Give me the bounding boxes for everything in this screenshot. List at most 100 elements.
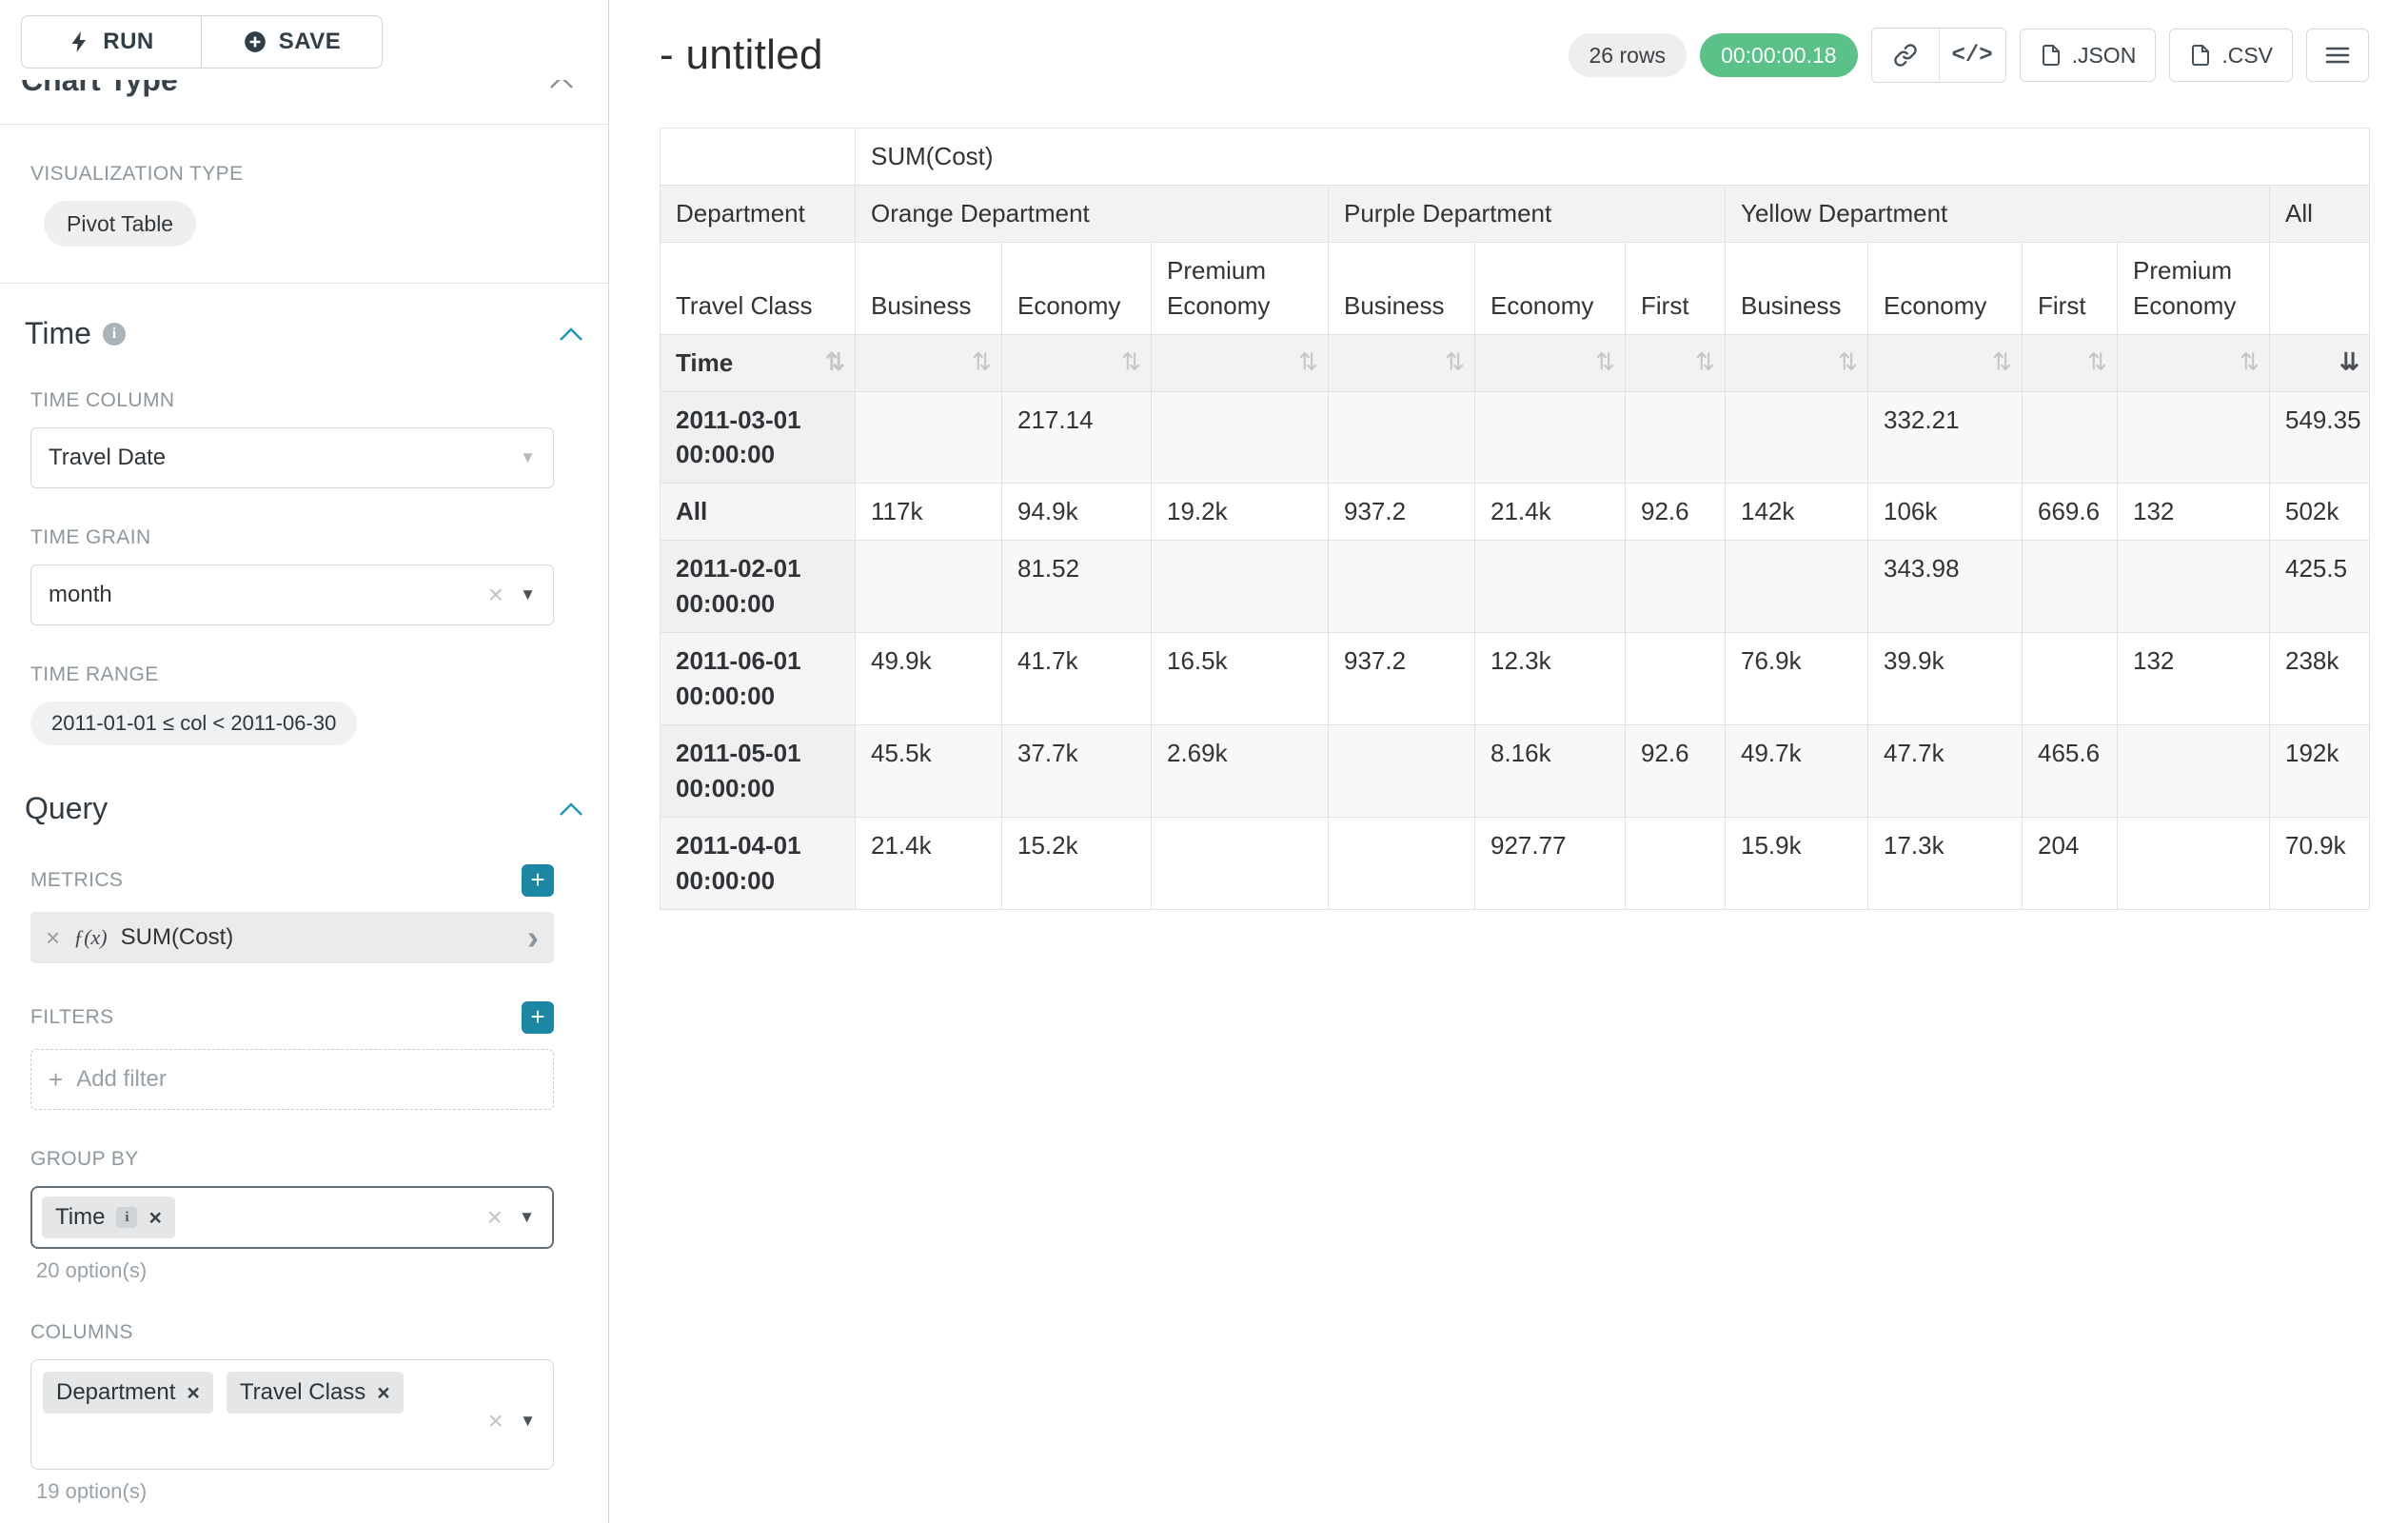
pivot-cell [1626,817,1726,909]
pivot-cell: 465.6 [2023,724,2118,817]
columns-select[interactable]: Department×Travel Class× × ▼ [30,1359,554,1470]
chevron-down-icon[interactable]: ▼ [520,1412,536,1431]
add-filter-box[interactable]: + Add filter [30,1049,554,1110]
pivot-cell: 217.14 [1002,391,1152,484]
remove-chip-icon[interactable]: × [377,1382,389,1404]
sort-icon[interactable]: ⇅ [1445,346,1465,380]
pivot-cell [2023,633,2118,725]
selected-chip[interactable]: Travel Class× [227,1372,404,1414]
table-row: 2011-03-01 00:00:00217.14332.21549.35 [661,391,2370,484]
pivot-cell [1329,541,1475,633]
chart-type-section-header[interactable]: Chart Type [21,80,583,112]
metrics-label: METRICS [30,869,123,892]
run-button[interactable]: RUN [21,15,202,69]
add-filter-placeholder: Add filter [76,1066,167,1093]
info-icon[interactable]: i [116,1207,137,1228]
chart-header-controls: 26 rows 00:00:00.18 </> .JSON [1569,28,2369,83]
pivot-cell: 17.3k [1868,817,2023,909]
sort-icon[interactable]: ⇅ [1121,346,1141,380]
pivot-cell: 15.9k [1726,817,1868,909]
pivot-cell: 425.5 [2270,541,2370,633]
group-by-label: GROUP BY [30,1148,608,1171]
row-header: 2011-04-01 00:00:00 [661,817,856,909]
export-csv-label: .CSV [2221,43,2273,69]
add-filter-button[interactable]: + [522,1001,554,1034]
pivot-cell: 76.9k [1726,633,1868,725]
embed-code-button[interactable]: </> [1939,29,2005,82]
chevron-down-icon[interactable]: ▼ [520,585,536,604]
time-range-value[interactable]: 2011-01-01 ≤ col < 2011-06-30 [30,702,357,745]
time-column-label: TIME COLUMN [30,389,608,412]
selected-chip[interactable]: Department × [43,1372,213,1414]
add-metric-button[interactable]: + [522,864,554,897]
row-header: 2011-02-01 00:00:00 [661,541,856,633]
col-header: Business [1329,242,1475,334]
query-section-heading: Query [25,791,108,826]
export-csv-button[interactable]: .CSV [2169,29,2293,82]
sort-icon[interactable]: ⇅ [1992,346,2012,380]
clear-icon[interactable]: × [488,1408,503,1434]
chevron-right-icon[interactable]: › [527,920,539,955]
pivot-cell: 117k [856,484,1002,541]
sort-icon[interactable]: ⇅ [2087,346,2107,380]
control-panel-sidebar: RUN SAVE Chart Type VISUALIZATION TYPE P… [0,0,609,1523]
table-row: 2011-02-01 00:00:0081.52343.98425.5 [661,541,2370,633]
chart-panel: - untitled 26 rows 00:00:00.18 </> [609,0,2408,1523]
sort-icon[interactable]: ⇅ [1695,346,1715,380]
pivot-cell [1329,817,1475,909]
copy-link-button[interactable] [1872,29,1939,82]
time-section-header[interactable]: Time i [25,316,583,351]
sort-icon[interactable]: ⇅ [1838,346,1858,380]
time-grain-select[interactable]: month × ▼ [30,564,554,625]
chip-label: Department [56,1379,175,1406]
columns-label: COLUMNS [30,1321,608,1344]
col-header: Economy [1868,242,2023,334]
save-button-label: SAVE [279,29,342,55]
remove-chip-icon[interactable]: × [187,1382,199,1404]
query-section-header[interactable]: Query [25,791,583,826]
chevron-down-icon[interactable]: ▼ [519,1208,535,1227]
sort-icon[interactable]: ⇅ [1298,346,1318,380]
pivot-cell [856,541,1002,633]
pivot-table: SUM(Cost)DepartmentOrange DepartmentPurp… [660,128,2370,910]
sort-icon[interactable]: ⇅ [1595,346,1615,380]
col-header: Business [856,242,1002,334]
chevron-up-icon[interactable] [559,326,583,342]
sort-icon[interactable]: ⇊ [2339,346,2359,380]
pivot-cell [2118,724,2270,817]
pivot-cell: 37.7k [1002,724,1152,817]
time-range-label: TIME RANGE [30,663,608,686]
remove-metric-icon[interactable]: × [46,925,60,950]
pivot-cell: 106k [1868,484,2023,541]
save-button[interactable]: SAVE [202,15,383,69]
clear-icon[interactable]: × [488,582,503,608]
pivot-cell: 142k [1726,484,1868,541]
metric-chip[interactable]: × ƒ(x) SUM(Cost) › [30,912,554,963]
chart-title[interactable]: - untitled [660,31,823,79]
sort-header: ⇊ [2270,334,2370,391]
remove-chip-icon[interactable]: × [148,1207,161,1229]
chevron-up-icon[interactable] [559,801,583,817]
selected-chip[interactable]: Timei× [42,1197,175,1238]
chart-header: - untitled 26 rows 00:00:00.18 </> [660,25,2369,86]
group-by-select[interactable]: Timei× × ▼ [30,1186,554,1249]
chart-type-heading: Chart Type [21,80,583,98]
pivot-cell: 45.5k [856,724,1002,817]
col-group-header: Purple Department [1329,185,1726,242]
more-options-button[interactable] [2306,29,2369,82]
pivot-cell: 47.7k [1868,724,2023,817]
export-json-button[interactable]: .JSON [2020,29,2157,82]
sort-icon[interactable]: ⇅ [825,346,845,380]
chevron-down-icon[interactable]: ▼ [520,448,536,467]
clear-icon[interactable]: × [487,1204,503,1231]
visualization-type-value[interactable]: Pivot Table [44,201,196,247]
sort-icon[interactable]: ⇅ [972,346,992,380]
time-column-value: Travel Date [49,445,166,471]
col-header [2270,242,2370,334]
sort-icon[interactable]: ⇅ [2240,346,2260,380]
pivot-cell: 12.3k [1475,633,1626,725]
time-column-select[interactable]: Travel Date ▼ [30,427,554,488]
col-group-header: All [2270,185,2370,242]
sort-header: ⇅ [1002,334,1152,391]
table-row: All117k94.9k19.2k937.221.4k92.6142k106k6… [661,484,2370,541]
